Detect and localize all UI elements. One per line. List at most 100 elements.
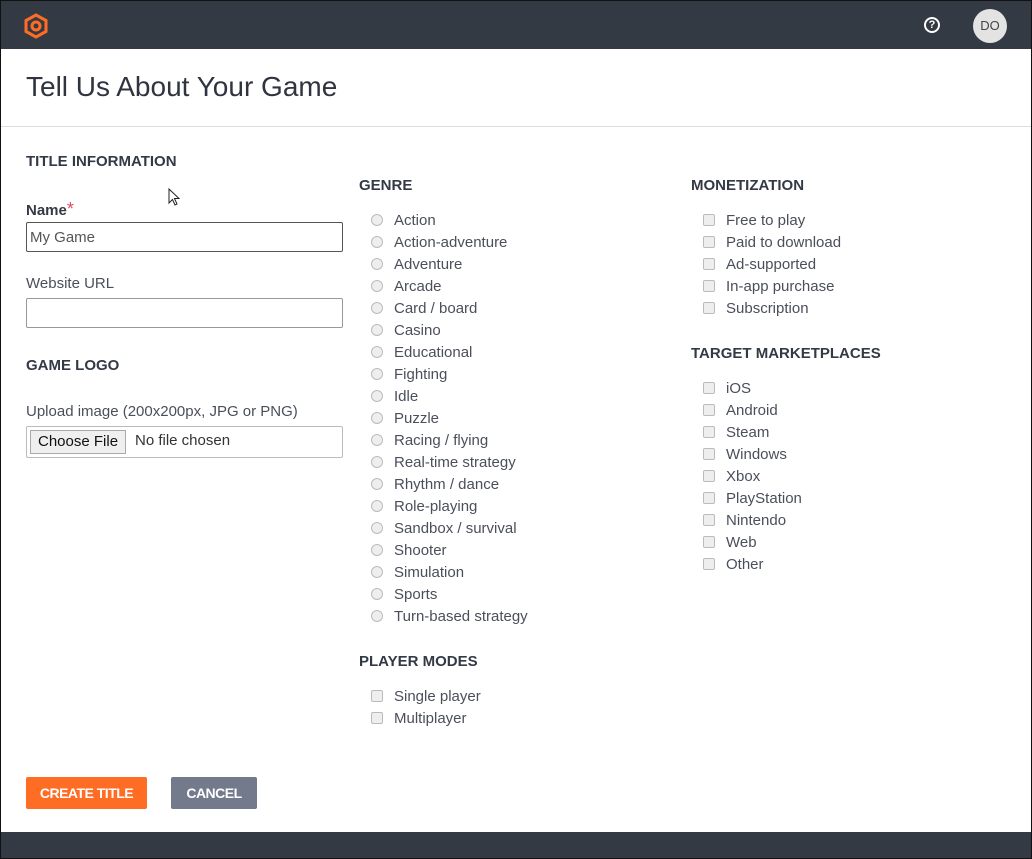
genre-option[interactable]: Role-playing xyxy=(359,495,528,517)
radio-button[interactable] xyxy=(371,566,383,578)
checkbox[interactable] xyxy=(703,280,715,292)
monetization-option[interactable]: In-app purchase xyxy=(691,275,841,297)
checkbox[interactable] xyxy=(703,448,715,460)
radio-button[interactable] xyxy=(371,258,383,270)
checkbox[interactable] xyxy=(703,236,715,248)
avatar[interactable]: DO xyxy=(973,9,1007,43)
game-logo-heading: GAME LOGO xyxy=(26,357,120,374)
genre-option[interactable]: Adventure xyxy=(359,253,528,275)
option-label: Idle xyxy=(394,387,419,405)
marketplaces-option[interactable]: Other xyxy=(691,553,802,575)
option-label: Xbox xyxy=(726,467,761,485)
cancel-button[interactable]: CANCEL xyxy=(171,777,257,809)
monetization-option[interactable]: Ad-supported xyxy=(691,253,841,275)
name-input[interactable] xyxy=(26,222,343,252)
website-url-input[interactable] xyxy=(26,298,343,328)
marketplaces-option[interactable]: Web xyxy=(691,531,802,553)
genre-option[interactable]: Arcade xyxy=(359,275,528,297)
marketplaces-option[interactable]: PlayStation xyxy=(691,487,802,509)
option-label: Fighting xyxy=(394,365,448,383)
monetization-list: Free to play Paid to download Ad-supported… xyxy=(691,209,841,319)
checkbox[interactable] xyxy=(703,492,715,504)
radio-button[interactable] xyxy=(371,456,383,468)
monetization-option[interactable]: Subscription xyxy=(691,297,841,319)
genre-option[interactable]: Card / board xyxy=(359,297,528,319)
option-label: Simulation xyxy=(394,563,465,581)
radio-button[interactable] xyxy=(371,324,383,336)
option-label: Action-adventure xyxy=(394,233,508,251)
radio-button[interactable] xyxy=(371,412,383,424)
radio-button[interactable] xyxy=(371,500,383,512)
help-icon[interactable]: ? xyxy=(924,17,940,33)
marketplaces-option[interactable]: Nintendo xyxy=(691,509,802,531)
checkbox[interactable] xyxy=(371,712,383,724)
marketplaces-option[interactable]: Steam xyxy=(691,421,802,443)
checkbox[interactable] xyxy=(703,302,715,314)
create-title-button[interactable]: CREATE TITLE xyxy=(26,777,147,809)
genre-option[interactable]: Shooter xyxy=(359,539,528,561)
no-file-text: No file chosen xyxy=(135,432,231,449)
genre-option[interactable]: Sandbox / survival xyxy=(359,517,528,539)
genre-option[interactable]: Simulation xyxy=(359,561,528,583)
radio-button[interactable] xyxy=(371,478,383,490)
monetization-option[interactable]: Paid to download xyxy=(691,231,841,253)
option-label: iOS xyxy=(726,379,752,397)
website-url-label: Website URL xyxy=(26,275,115,292)
checkbox[interactable] xyxy=(703,558,715,570)
option-label: Sports xyxy=(394,585,438,603)
checkbox[interactable] xyxy=(703,382,715,394)
player_modes-option[interactable]: Multiplayer xyxy=(359,707,481,729)
mouse-cursor-icon xyxy=(168,188,181,206)
marketplaces-option[interactable]: Xbox xyxy=(691,465,802,487)
radio-button[interactable] xyxy=(371,214,383,226)
radio-button[interactable] xyxy=(371,390,383,402)
genre-option[interactable]: Casino xyxy=(359,319,528,341)
genre-option[interactable]: Sports xyxy=(359,583,528,605)
target-marketplaces-heading: TARGET MARKETPLACES xyxy=(691,345,881,362)
option-label: Arcade xyxy=(394,277,442,295)
radio-button[interactable] xyxy=(371,346,383,358)
option-label: Card / board xyxy=(394,299,478,317)
monetization-option[interactable]: Free to play xyxy=(691,209,841,231)
checkbox[interactable] xyxy=(703,536,715,548)
genre-option[interactable]: Action xyxy=(359,209,528,231)
logo-icon[interactable] xyxy=(23,13,49,39)
player-modes-heading: PLAYER MODES xyxy=(359,653,478,670)
genre-option[interactable]: Real-time strategy xyxy=(359,451,528,473)
marketplaces-option[interactable]: iOS xyxy=(691,377,802,399)
monetization-heading: MONETIZATION xyxy=(691,177,805,194)
marketplaces-option[interactable]: Windows xyxy=(691,443,802,465)
radio-button[interactable] xyxy=(371,588,383,600)
option-label: Adventure xyxy=(394,255,463,273)
checkbox[interactable] xyxy=(703,214,715,226)
option-label: Casino xyxy=(394,321,441,339)
radio-button[interactable] xyxy=(371,434,383,446)
file-input[interactable]: Choose File No file chosen xyxy=(26,426,343,458)
genre-option[interactable]: Action-adventure xyxy=(359,231,528,253)
checkbox[interactable] xyxy=(703,426,715,438)
genre-option[interactable]: Fighting xyxy=(359,363,528,385)
genre-option[interactable]: Puzzle xyxy=(359,407,528,429)
player_modes-option[interactable]: Single player xyxy=(359,685,481,707)
checkbox[interactable] xyxy=(703,258,715,270)
radio-button[interactable] xyxy=(371,544,383,556)
genre-option[interactable]: Idle xyxy=(359,385,528,407)
checkbox[interactable] xyxy=(703,404,715,416)
genre-option[interactable]: Turn-based strategy xyxy=(359,605,528,627)
radio-button[interactable] xyxy=(371,302,383,314)
genre-option[interactable]: Educational xyxy=(359,341,528,363)
marketplaces-option[interactable]: Android xyxy=(691,399,802,421)
radio-button[interactable] xyxy=(371,610,383,622)
radio-button[interactable] xyxy=(371,280,383,292)
radio-button[interactable] xyxy=(371,368,383,380)
radio-button[interactable] xyxy=(371,522,383,534)
checkbox[interactable] xyxy=(703,514,715,526)
radio-button[interactable] xyxy=(371,236,383,248)
title-information-heading: TITLE INFORMATION xyxy=(26,153,177,170)
genre-option[interactable]: Racing / flying xyxy=(359,429,528,451)
required-mark: * xyxy=(66,199,74,219)
genre-option[interactable]: Rhythm / dance xyxy=(359,473,528,495)
choose-file-button[interactable]: Choose File xyxy=(30,430,127,454)
checkbox[interactable] xyxy=(371,690,383,702)
checkbox[interactable] xyxy=(703,470,715,482)
